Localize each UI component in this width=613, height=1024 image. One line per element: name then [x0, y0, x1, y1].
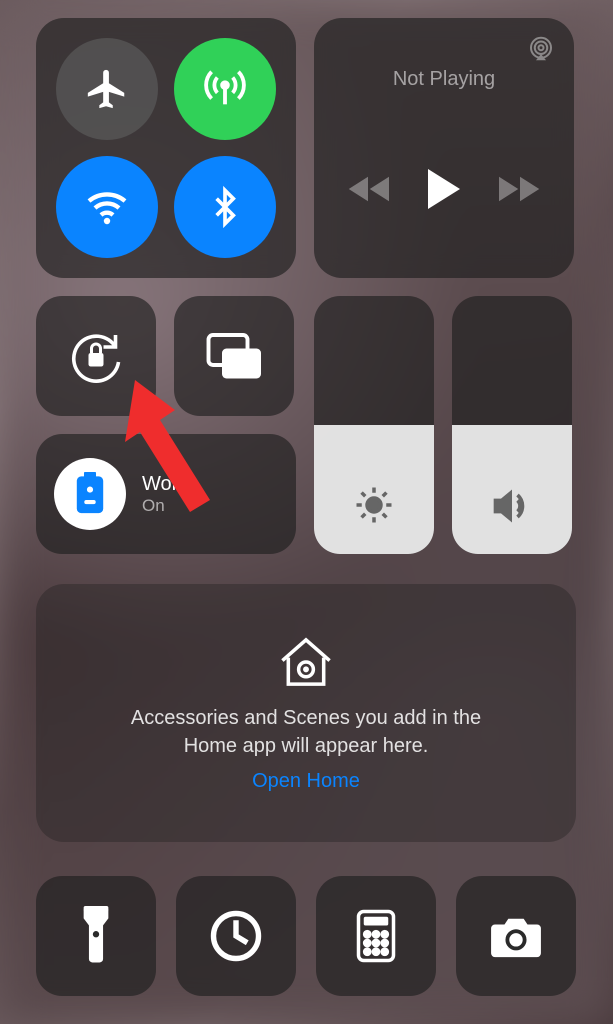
- home-message: Accessories and Scenes you add in the Ho…: [131, 704, 481, 760]
- antenna-icon: [202, 66, 248, 112]
- wifi-icon: [83, 183, 131, 231]
- timer-button[interactable]: [176, 876, 296, 996]
- airplay-icon[interactable]: [526, 34, 556, 64]
- open-home-link[interactable]: Open Home: [252, 770, 360, 793]
- forward-button[interactable]: [499, 172, 541, 206]
- focus-circle: [54, 458, 126, 530]
- bluetooth-toggle[interactable]: [174, 156, 276, 258]
- calculator-icon: [355, 909, 397, 963]
- connectivity-panel[interactable]: [36, 18, 296, 278]
- focus-button[interactable]: Work On: [36, 434, 296, 554]
- flashlight-button[interactable]: [36, 876, 156, 996]
- camera-button[interactable]: [456, 876, 576, 996]
- forward-icon: [499, 172, 541, 206]
- orientation-lock-button[interactable]: [36, 296, 156, 416]
- home-panel[interactable]: Accessories and Scenes you add in the Ho…: [36, 584, 576, 842]
- rewind-button[interactable]: [347, 172, 389, 206]
- orientation-lock-icon: [66, 326, 126, 386]
- top-row: Not Playing: [36, 18, 577, 278]
- focus-name: Work: [142, 473, 188, 496]
- airplane-icon: [84, 66, 130, 112]
- media-panel[interactable]: Not Playing: [314, 18, 574, 278]
- badge-icon: [72, 472, 108, 516]
- airplane-mode-toggle[interactable]: [56, 38, 158, 140]
- home-icon: [276, 634, 336, 690]
- wifi-toggle[interactable]: [56, 156, 158, 258]
- play-icon: [427, 169, 461, 209]
- home-message-line1: Accessories and Scenes you add in the: [131, 707, 481, 729]
- timer-icon: [209, 909, 263, 963]
- media-controls: [328, 169, 560, 209]
- flashlight-icon: [78, 906, 114, 966]
- media-status: Not Playing: [328, 68, 560, 91]
- screen-mirroring-icon: [204, 330, 264, 382]
- screen-mirroring-button[interactable]: [174, 296, 294, 416]
- camera-icon: [487, 913, 545, 959]
- focus-state: On: [142, 496, 188, 516]
- bluetooth-icon: [205, 184, 245, 230]
- rewind-icon: [347, 172, 389, 206]
- control-center: Not Playing: [0, 0, 613, 1024]
- brightness-icon: [353, 484, 395, 526]
- middle-left-column: Work On: [36, 296, 296, 554]
- brightness-slider[interactable]: [314, 296, 434, 554]
- focus-text: Work On: [142, 473, 188, 516]
- middle-row: Work On: [36, 296, 577, 554]
- home-message-line2: Home app will appear here.: [184, 735, 429, 757]
- bottom-row: [36, 876, 577, 996]
- volume-icon: [490, 486, 534, 526]
- cellular-data-toggle[interactable]: [174, 38, 276, 140]
- calculator-button[interactable]: [316, 876, 436, 996]
- volume-slider[interactable]: [452, 296, 572, 554]
- play-button[interactable]: [427, 169, 461, 209]
